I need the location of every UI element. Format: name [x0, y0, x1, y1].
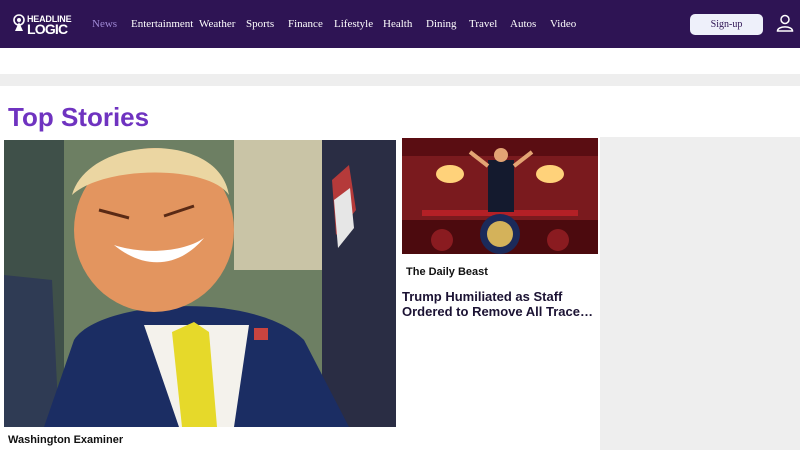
nav-lifestyle[interactable]: Lifestyle	[334, 18, 373, 32]
signup-button[interactable]: Sign-up	[690, 14, 763, 35]
nav-dining[interactable]: Dining	[426, 18, 457, 32]
nav-finance[interactable]: Finance	[288, 18, 323, 32]
section-title: Top Stories	[8, 102, 150, 132]
card-story-source[interactable]: The Daily Beast	[406, 266, 488, 278]
nav-sports[interactable]: Sports	[246, 18, 274, 32]
nav-video[interactable]: Video	[550, 18, 576, 32]
nav-autos[interactable]: Autos	[510, 18, 536, 32]
logo-text-bottom: LOGIC	[27, 21, 68, 37]
antenna-icon	[13, 14, 25, 31]
hero-story-source[interactable]: Washington Examiner	[8, 434, 123, 446]
card-story-headline[interactable]: Trump Humiliated as Staff Ordered to Rem…	[402, 289, 598, 319]
nav-entertainment[interactable]: Entertainment	[131, 18, 193, 32]
card-story-image[interactable]	[402, 138, 598, 254]
sidebar-placeholder	[600, 137, 800, 450]
user-icon[interactable]	[776, 14, 794, 32]
hero-story-image[interactable]	[4, 140, 396, 427]
top-nav-bar: HEADLINE LOGIC News Entertainment Weathe…	[0, 0, 800, 48]
nav-health[interactable]: Health	[383, 18, 412, 32]
nav-weather[interactable]: Weather	[199, 18, 235, 32]
site-logo[interactable]: HEADLINE LOGIC	[12, 13, 72, 37]
nav-news[interactable]: News	[92, 18, 117, 32]
ad-strip	[0, 74, 800, 86]
nav-travel[interactable]: Travel	[469, 18, 497, 32]
